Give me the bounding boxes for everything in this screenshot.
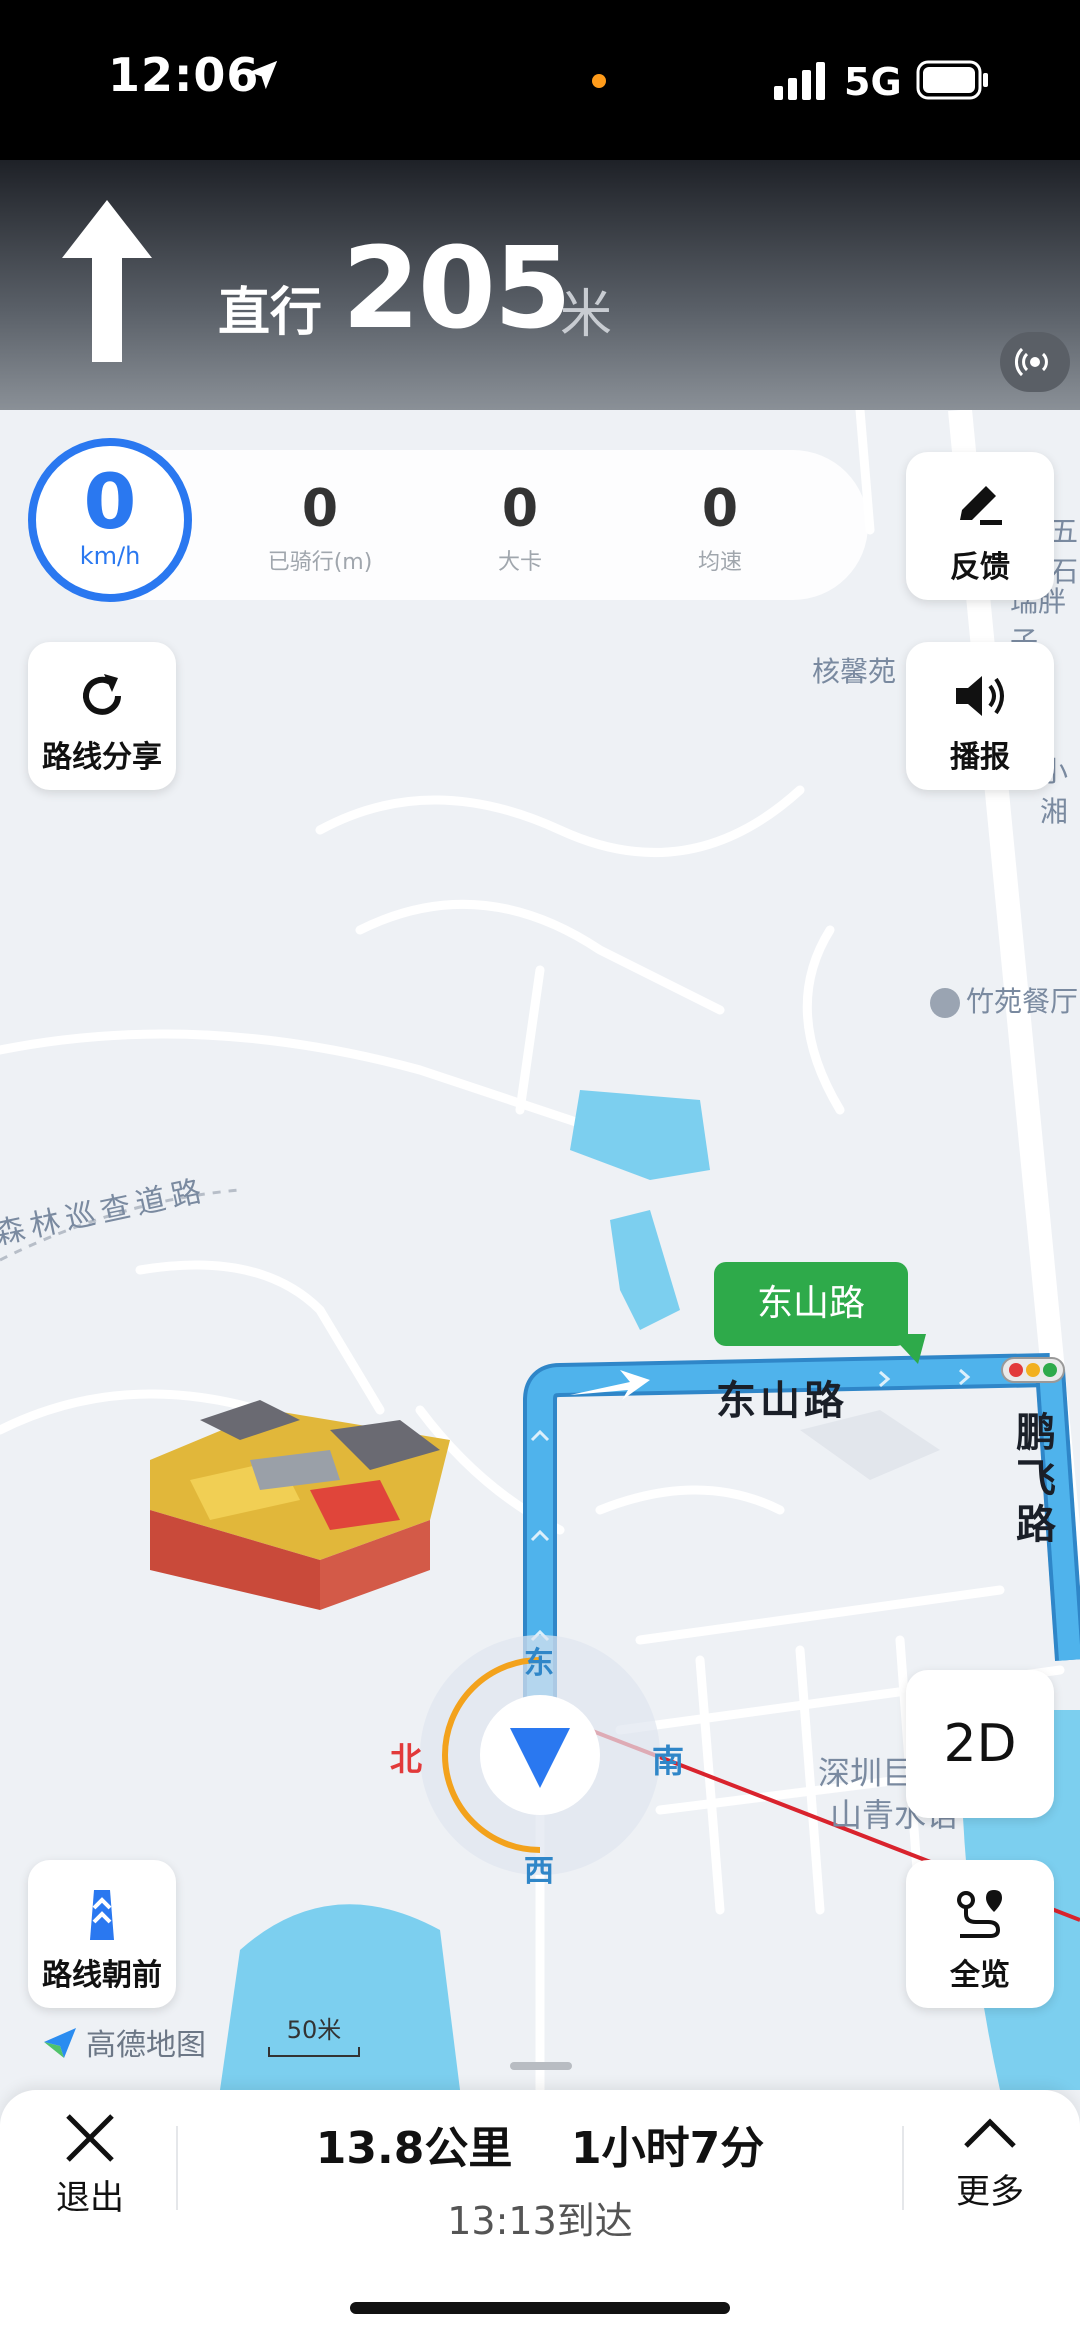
overview-label: 全览 [950,1958,1010,1993]
water-pond-2 [610,1210,680,1330]
voice-signal-button[interactable] [1000,332,1070,392]
close-icon [66,2114,114,2162]
network-type: 5G [844,60,902,104]
edge-label: 五石 [1050,515,1079,588]
map-scale-bar [268,2047,360,2057]
exit-label: 退出 [56,2178,124,2218]
feedback-button[interactable]: 反馈 [906,452,1054,600]
status-bar: 12:06 5G [0,0,1080,160]
more-button[interactable]: 更多 [930,2110,1050,2230]
amap-logo: 高德地图 [40,2020,206,2064]
divider [902,2126,904,2210]
speed-unit: km/h [79,542,141,570]
amap-logo-text: 高德地图 [86,2028,206,2063]
broadcast-button[interactable]: 播报 [906,642,1054,790]
nav-distance-unit: 米 [560,285,613,345]
battery-icon [916,60,988,100]
poi-label[interactable]: 深圳巨 [818,1748,914,1794]
stat-calories: 0 大卡 [440,480,600,576]
privacy-indicator-dot [592,74,606,88]
speaker-icon [956,676,1004,716]
stat-label: 均速 [697,550,742,575]
route-overview-icon [957,1890,1002,1938]
route-share-button[interactable]: 路线分享 [28,642,176,790]
stat-value: 0 [301,479,339,539]
compass-north: 北 [390,1740,423,1778]
status-time: 12:06 [108,48,260,102]
road-label-pengfei: 鹏飞路 [1016,1410,1060,1548]
map-scale-label: 50米 [286,2016,342,2044]
trip-remaining: 13.8公里 1小时7分 [180,2112,900,2176]
water-lake-bottom [220,1904,460,2090]
poi-label[interactable]: 竹苑餐厅 [930,980,1078,1020]
divider [176,2126,178,2210]
signal-wave-icon [1015,347,1048,377]
speed-value: 0 [83,457,137,546]
navigation-banner: 直行 205 米 [0,160,1080,410]
stat-value: 0 [701,479,739,539]
pencil-icon [960,486,1002,525]
overview-button[interactable]: 全览 [906,1860,1054,2008]
stat-value: 0 [501,479,539,539]
view-2d-label: 2D [943,1714,1017,1774]
signal-icon [774,62,825,100]
nav-action-text: 直行 [218,283,323,343]
stat-label: 大卡 [497,550,542,575]
poi-label-text: 竹苑餐厅 [966,985,1079,1018]
compass-east: 东 [524,1646,554,1681]
broadcast-label: 播报 [950,740,1010,775]
stat-distance: 0 已骑行(m) [240,480,400,576]
chevron-up-icon [964,2118,1016,2148]
exit-button[interactable]: 退出 [30,2110,150,2230]
amap-logo-icon [44,2028,76,2058]
water-pond-1 [570,1090,710,1180]
remaining-distance: 13.8公里 [315,2123,513,2174]
palace-3d-model [150,1400,450,1610]
nav-distance: 205 [342,224,572,354]
compass-south: 南 [652,1742,685,1780]
trip-summary: 13.8公里 1小时7分 13:13到达 [180,2112,900,2245]
straight-arrow-icon [62,200,152,362]
current-speed-gauge: 0 km/h [28,438,192,602]
road-label-dongshan: 东山路 [716,1378,848,1424]
stat-average-speed: 0 均速 [640,480,800,576]
feedback-label: 反馈 [950,550,1010,585]
home-indicator[interactable] [350,2302,730,2314]
sheet-drag-handle[interactable] [510,2062,572,2070]
map-scale: 50米 [268,2010,360,2057]
poi-pin-icon [930,988,960,1018]
road-name-callout: 东山路 [714,1262,908,1346]
location-arrow-icon [248,60,278,90]
route-forward-icon [90,1890,114,1940]
arrival-time: 13:13到达 [447,2199,633,2243]
callout-tail [890,1334,926,1364]
more-label: 更多 [956,2172,1024,2212]
route-forward-button[interactable]: 路线朝前 [28,1860,176,2008]
stat-label: 已骑行(m) [267,550,373,575]
poi-label[interactable]: 核馨苑 [812,650,896,690]
route-share-label: 路线分享 [42,740,162,775]
view-2d-button[interactable]: 2D [906,1670,1054,1818]
route-forward-label: 路线朝前 [42,1958,162,1993]
share-arrow-icon [83,674,121,715]
compass-west: 西 [524,1854,554,1889]
remaining-duration: 1小时7分 [570,2123,765,2174]
